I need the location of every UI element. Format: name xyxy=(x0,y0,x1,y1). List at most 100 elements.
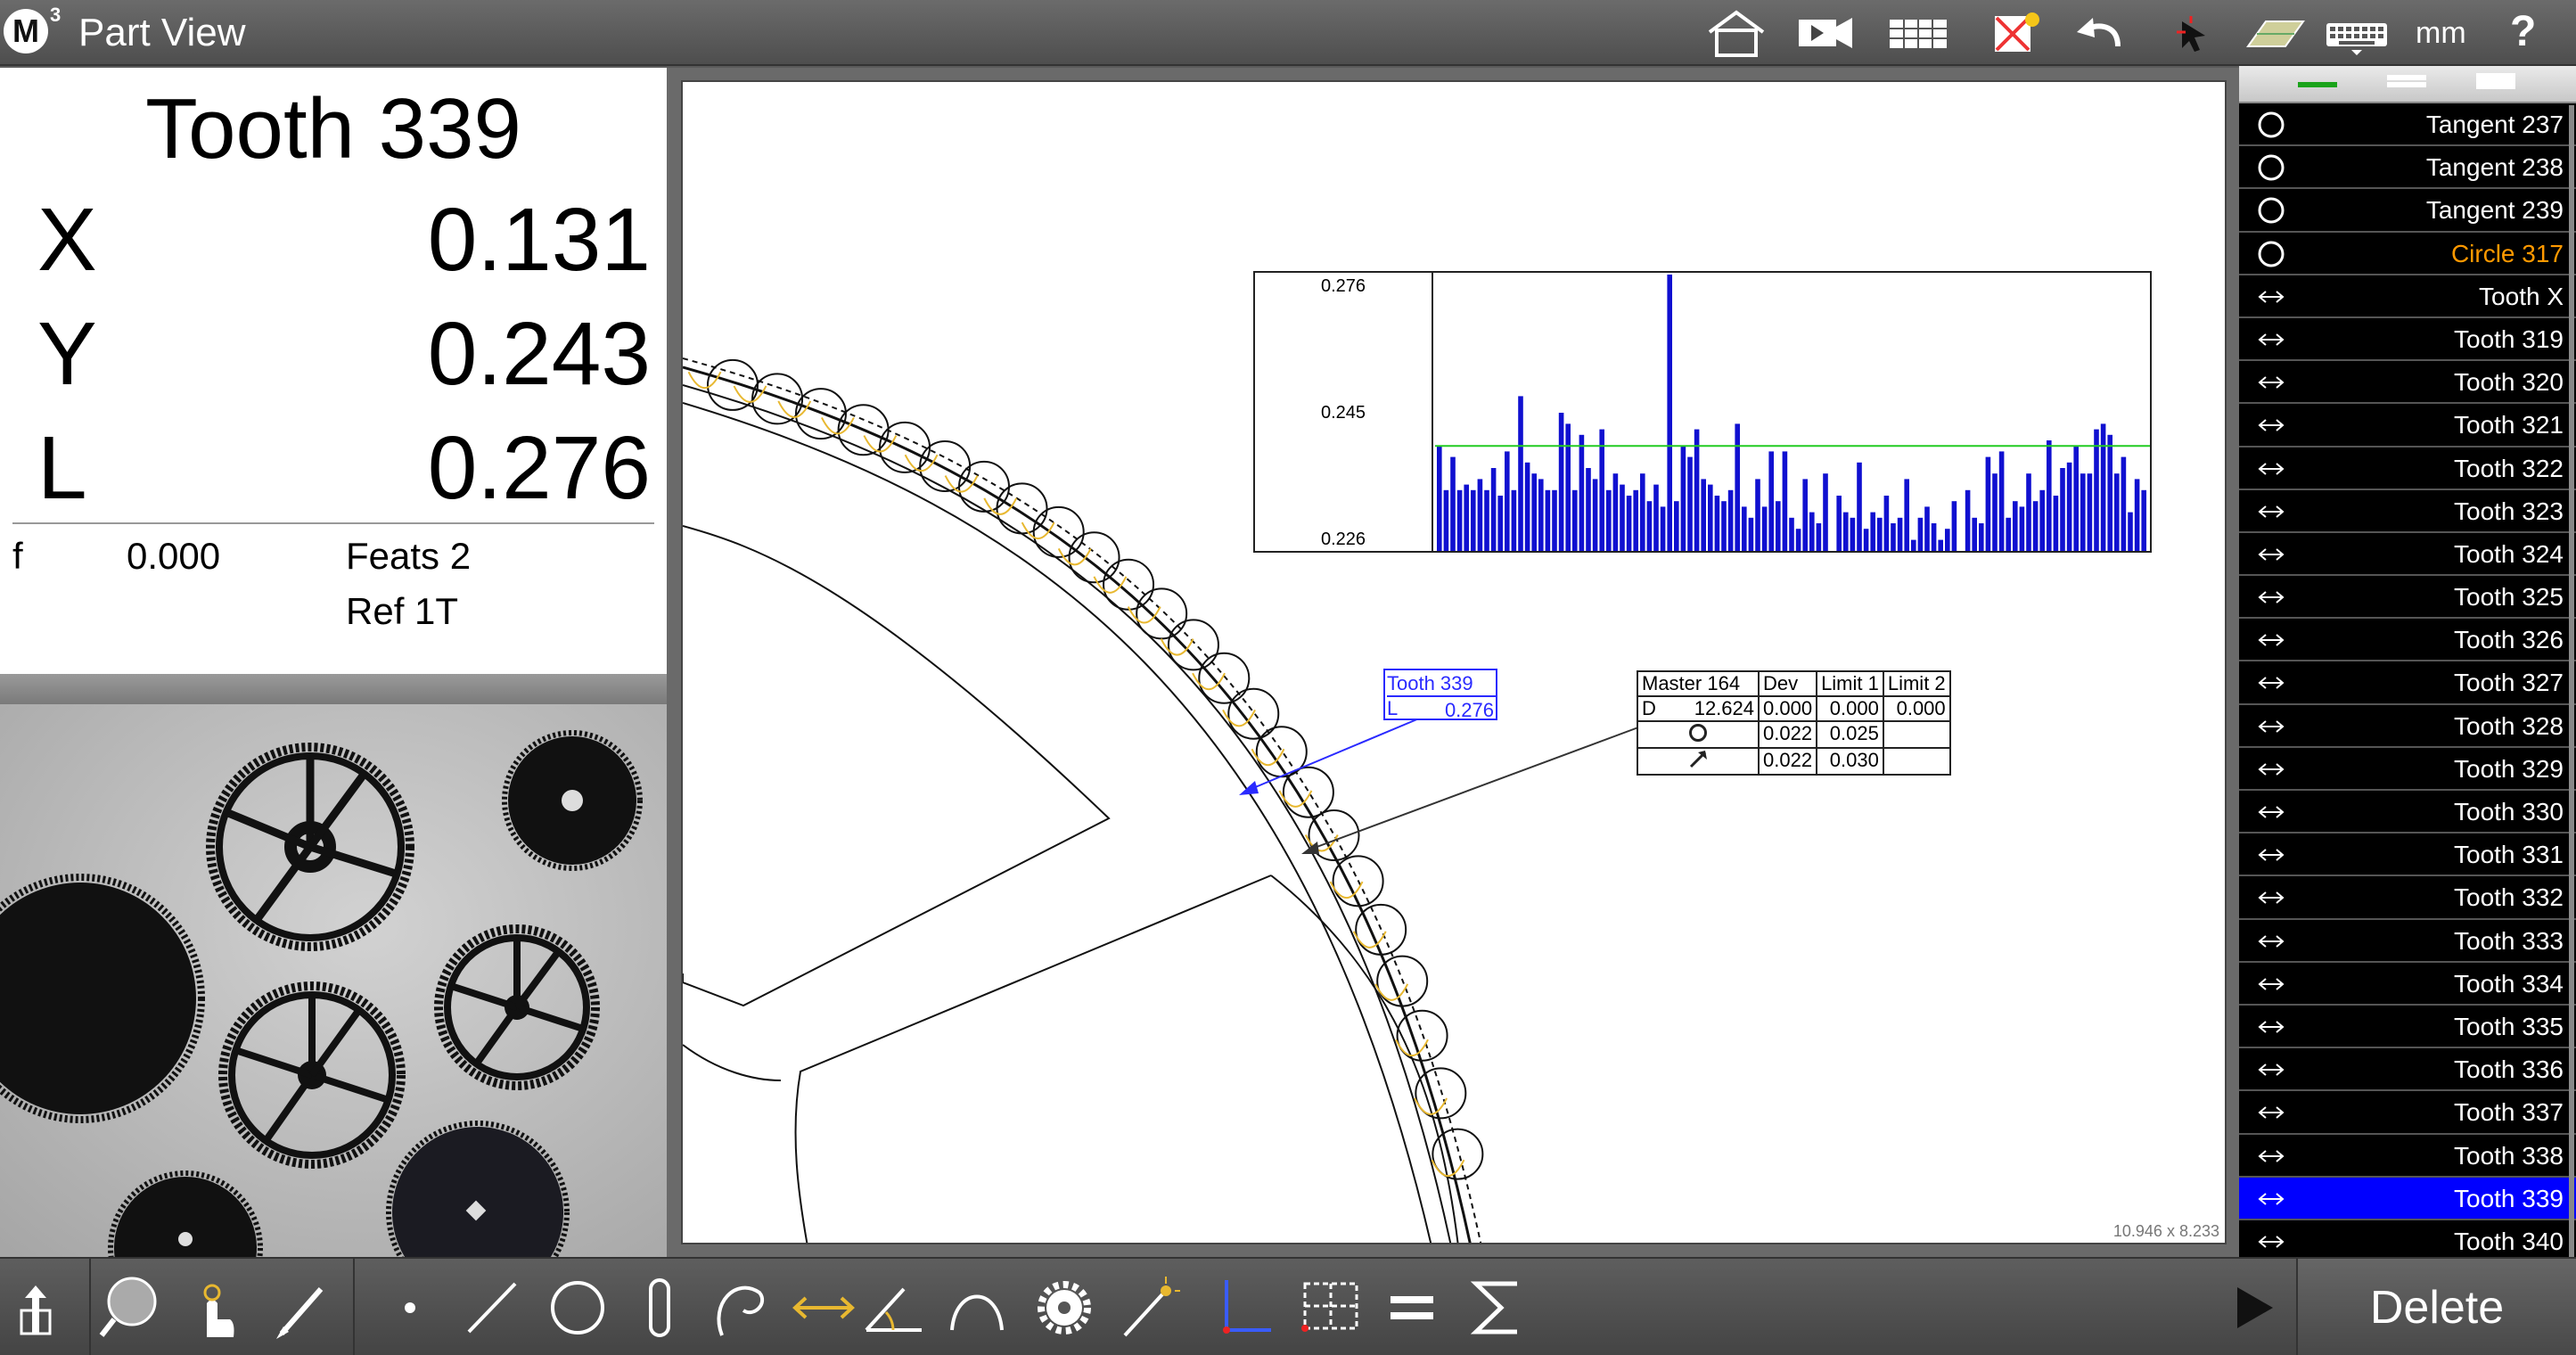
delete-button[interactable]: Delete xyxy=(2296,1259,2576,1355)
list-item[interactable]: Tooth 322 xyxy=(2239,448,2576,490)
gear-icon[interactable] xyxy=(1025,1268,1103,1348)
list-item[interactable]: Tooth X xyxy=(2239,275,2576,318)
axis-l-value[interactable]: 0.276 xyxy=(428,417,651,520)
list-item[interactable]: Tooth 328 xyxy=(2239,705,2576,748)
datum-icon[interactable] xyxy=(5,1268,84,1348)
equals-icon[interactable] xyxy=(1373,1268,1451,1348)
arc-curve-icon[interactable] xyxy=(938,1268,1016,1348)
part-stage-icon[interactable] xyxy=(2239,5,2310,61)
list-item-label: Tooth 334 xyxy=(2454,969,2564,998)
list-item[interactable]: Tangent 237 xyxy=(2239,103,2576,147)
list-item-label: Tooth 326 xyxy=(2454,626,2564,654)
tangent-circle xyxy=(957,460,1010,513)
pointer-zoom-icon[interactable] xyxy=(2155,5,2227,61)
histogram-bar xyxy=(1484,489,1489,551)
axis-x-value[interactable]: 0.131 xyxy=(428,189,651,292)
sigma-icon[interactable] xyxy=(1456,1268,1535,1348)
list-item[interactable]: Tooth 321 xyxy=(2239,404,2576,448)
list-item[interactable]: Tooth 334 xyxy=(2239,963,2576,1006)
tolerance-table[interactable]: Master 164 Dev Limit 1 Limit 2 D 12.624 0… xyxy=(1637,670,1951,776)
video-camera-icon[interactable] xyxy=(1790,5,1861,61)
circularity-cell xyxy=(1637,720,1760,749)
list-item-label: Tooth 322 xyxy=(2454,454,2564,482)
feature-callout[interactable]: Tooth 339 L 0.276 xyxy=(1383,669,1497,721)
axis-l-label: L xyxy=(37,418,87,518)
histogram-bar xyxy=(1843,512,1849,551)
list-item[interactable]: Tooth 335 xyxy=(2239,1006,2576,1049)
crosshatch-icon[interactable] xyxy=(1291,1268,1369,1348)
header-dev: Dev xyxy=(1757,670,1818,697)
list-scrollbar[interactable] xyxy=(2569,105,2574,1257)
histogram-bar xyxy=(1877,517,1883,551)
histogram-bar xyxy=(2087,473,2093,551)
list-item[interactable]: Tooth 331 xyxy=(2239,834,2576,877)
help-icon[interactable]: ? xyxy=(2510,7,2536,56)
list-item[interactable]: Tooth 320 xyxy=(2239,361,2576,405)
callout-row: L 0.276 xyxy=(1387,695,1496,721)
axis-x-label: X xyxy=(37,190,97,290)
circle-icon[interactable] xyxy=(538,1268,617,1348)
pen-icon[interactable] xyxy=(264,1268,342,1348)
list-item[interactable]: Tooth 330 xyxy=(2239,791,2576,834)
list-mode-double-icon[interactable] xyxy=(2387,82,2426,87)
list-item[interactable]: Tangent 239 xyxy=(2239,189,2576,233)
feature-list[interactable]: Tangent 237 Tangent 238 Tangent 239 Circle … xyxy=(2239,66,2576,1257)
keyboard-icon[interactable] xyxy=(2321,5,2392,61)
list-item[interactable]: Tangent 238 xyxy=(2239,146,2576,190)
list-item[interactable]: Tooth 340 xyxy=(2239,1220,2576,1257)
magic-wand-icon[interactable] xyxy=(1109,1268,1187,1348)
clear-screen-icon[interactable] xyxy=(1981,5,2052,61)
panel-splitter[interactable] xyxy=(0,674,667,704)
list-item[interactable]: Tooth 333 xyxy=(2239,920,2576,963)
top-bar: M 3 Part View mm ? xyxy=(0,0,2576,66)
angle-icon[interactable] xyxy=(854,1268,932,1348)
master-cell: D 12.624 xyxy=(1637,695,1760,722)
point-icon[interactable] xyxy=(371,1268,449,1348)
touch-probe-icon[interactable] xyxy=(176,1268,255,1348)
home-icon[interactable] xyxy=(1701,5,1772,61)
histogram-bar xyxy=(1490,468,1497,551)
histogram-bar xyxy=(1552,489,1557,551)
list-item-label: Tooth X xyxy=(2479,282,2564,310)
list-item[interactable]: Circle 317 xyxy=(2239,233,2576,275)
histogram-bar xyxy=(2013,501,2018,551)
list-item[interactable]: Tooth 325 xyxy=(2239,576,2576,620)
master-value: 12.624 xyxy=(1694,697,1754,719)
list-item[interactable]: Tooth 329 xyxy=(2239,748,2576,791)
undo-icon[interactable] xyxy=(2066,5,2137,61)
magnifier-icon[interactable] xyxy=(93,1268,171,1348)
camera-view[interactable] xyxy=(0,704,667,1257)
play-icon[interactable] xyxy=(2218,1273,2287,1343)
histogram-bar xyxy=(2128,512,2133,551)
list-item[interactable]: Tooth 323 xyxy=(2239,490,2576,533)
scrollbar-thumb[interactable] xyxy=(2569,105,2574,1257)
line-icon[interactable] xyxy=(453,1268,531,1348)
part-view-canvas[interactable]: 0.276 0.245 0.226 Tooth 339 L 0.276 Mast… xyxy=(681,80,2227,1244)
histogram-bar xyxy=(1761,506,1768,551)
list-item[interactable]: Tooth 324 xyxy=(2239,533,2576,577)
list-mode-line-icon[interactable] xyxy=(2298,82,2337,87)
list-item[interactable]: Tooth 337 xyxy=(2239,1091,2576,1135)
distance-icon xyxy=(2255,796,2287,828)
list-item[interactable]: Tooth 339 xyxy=(2239,1177,2576,1220)
axis-y-value[interactable]: 0.243 xyxy=(428,303,651,406)
skew-icon[interactable] xyxy=(1203,1268,1282,1348)
table-row: 0.022 0.030 xyxy=(1637,747,1951,776)
grid-table-icon[interactable] xyxy=(1883,5,1954,61)
unit-toggle[interactable]: mm xyxy=(2416,16,2466,51)
list-item[interactable]: Tooth 326 xyxy=(2239,619,2576,662)
list-item[interactable]: Tooth 338 xyxy=(2239,1135,2576,1178)
distance-icon[interactable] xyxy=(784,1268,863,1348)
list-item[interactable]: Tooth 327 xyxy=(2239,661,2576,705)
list-item[interactable]: Tooth 319 xyxy=(2239,318,2576,362)
list-view-toggle[interactable] xyxy=(2239,66,2576,103)
app-logo[interactable]: M xyxy=(4,9,48,53)
histogram-chart[interactable]: 0.276 0.245 0.226 xyxy=(1253,271,2152,553)
slot-icon[interactable] xyxy=(620,1268,699,1348)
list-mode-block-icon[interactable] xyxy=(2476,73,2515,89)
list-item[interactable]: Tooth 332 xyxy=(2239,876,2576,920)
arc-icon[interactable] xyxy=(701,1268,779,1348)
distance-icon xyxy=(2255,324,2287,356)
list-item[interactable]: Tooth 336 xyxy=(2239,1048,2576,1092)
histogram-bar xyxy=(1863,529,1869,551)
